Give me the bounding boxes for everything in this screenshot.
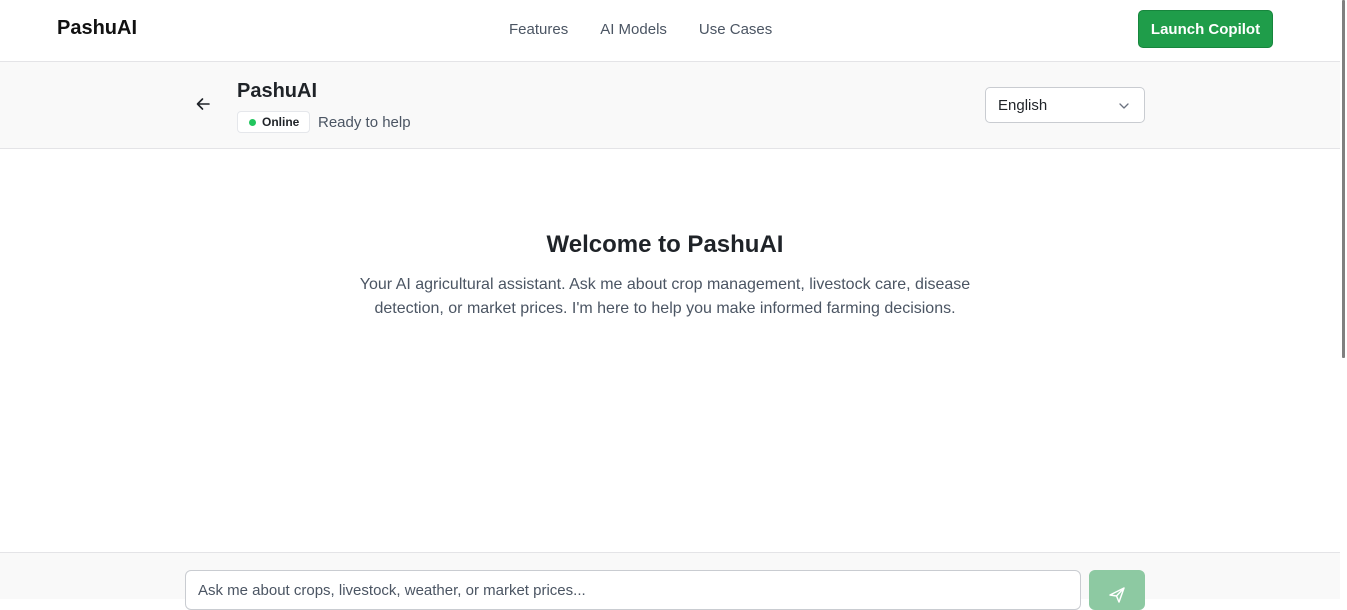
brand-logo[interactable]: PashuAI	[57, 17, 137, 40]
back-button[interactable]	[192, 93, 214, 115]
status-text: Ready to help	[318, 114, 411, 131]
welcome-text: Your AI agricultural assistant. Ask me a…	[359, 276, 971, 317]
chat-title: PashuAI	[237, 80, 318, 102]
nav-links: Features AI Models Use Cases	[509, 21, 772, 38]
nav-link-ai-models[interactable]: AI Models	[600, 21, 667, 38]
chevron-down-icon	[1119, 103, 1129, 109]
nav-link-features[interactable]: Features	[509, 21, 568, 38]
nav-link-use-cases[interactable]: Use Cases	[699, 21, 772, 38]
launch-copilot-button[interactable]: Launch Copilot	[1138, 10, 1273, 48]
status-badge: Online	[237, 111, 311, 133]
send-icon	[1109, 587, 1125, 603]
language-select[interactable]: English	[985, 87, 1145, 123]
scrollbar-thumb[interactable]	[1342, 0, 1345, 358]
top-navbar: PashuAI Features AI Models Use Cases Lau…	[0, 0, 1340, 62]
chat-input[interactable]	[185, 570, 1081, 610]
send-button[interactable]	[1089, 570, 1145, 610]
page-scrollbar[interactable]	[1340, 0, 1347, 599]
chat-header: PashuAI Online Ready to help English	[0, 62, 1340, 149]
arrow-left-icon	[196, 98, 210, 110]
chat-input-bar	[0, 552, 1340, 610]
welcome-title: Welcome to PashuAI	[546, 231, 784, 258]
online-dot-icon	[249, 118, 256, 126]
language-selected-value: English	[998, 96, 1048, 114]
status-label: Online	[262, 115, 300, 129]
